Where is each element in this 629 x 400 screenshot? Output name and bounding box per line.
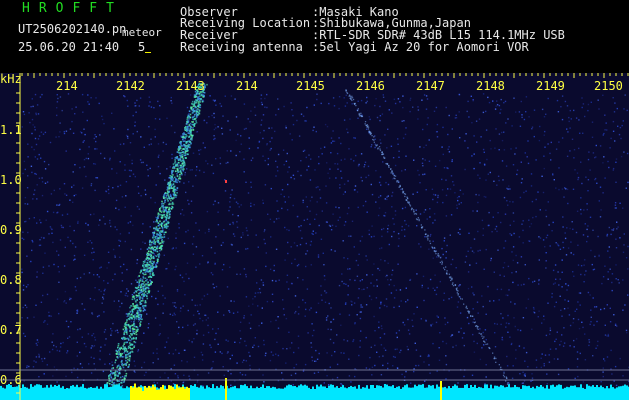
x-tick-label: 2142 [116, 79, 145, 93]
value-antenna: :5el Yagi Az 20 for Aomori VOR [312, 40, 529, 54]
capture-date: 25.06.20 21:40 [18, 40, 120, 54]
x-tick-label: 2145 [296, 79, 325, 93]
x-tick-label: 2149 [536, 79, 565, 93]
interval-marker [145, 52, 151, 53]
x-tick-label: 2146 [356, 79, 385, 93]
header-panel: HROFFT UT2506202140.pn meteor 25.06.20 2… [0, 0, 629, 73]
y-tick-label: 0.8 [0, 273, 22, 287]
file-tag: meteor [122, 26, 162, 39]
spectrogram: kHz 1.1 1.0 0.9 0.8 0.7 0.6 214 2142 214… [0, 73, 629, 400]
y-axis-unit: kHz [0, 73, 22, 86]
x-tick-label: 214 [236, 79, 258, 93]
file-name: UT2506202140.pn [18, 22, 127, 36]
label-antenna: Receiving antenna [180, 40, 303, 54]
y-tick-label: 0.7 [0, 323, 22, 337]
x-tick-label: 2147 [416, 79, 445, 93]
brand-title: HROFFT [22, 1, 123, 16]
spectrogram-background [0, 73, 629, 400]
y-tick-label: 1.0 [0, 173, 22, 187]
x-tick-label: 2148 [476, 79, 505, 93]
y-tick-label: 0.9 [0, 223, 22, 237]
x-tick-label: 214 [56, 79, 78, 93]
x-tick-label: 2150 [594, 79, 623, 93]
y-tick-label: 1.1 [0, 123, 22, 137]
x-tick-label: 2143 [176, 79, 205, 93]
